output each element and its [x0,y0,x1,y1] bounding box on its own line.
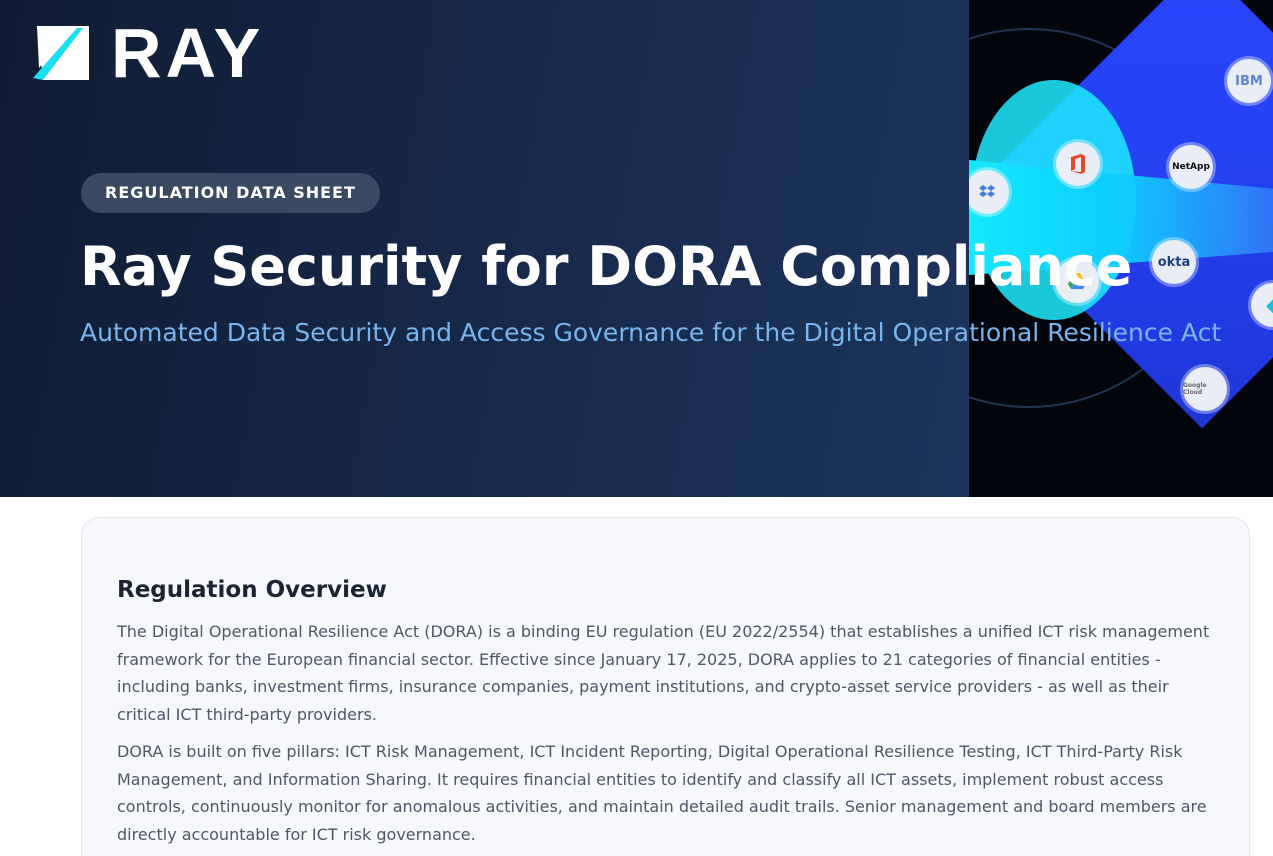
okta-icon: okta [1152,240,1196,284]
doc-type-badge: REGULATION DATA SHEET [81,173,380,213]
section-title: Regulation Overview [117,577,387,603]
ray-logo-mark-icon [33,26,89,80]
page-title: Ray Security for DORA Compliance [80,235,1133,298]
netapp-icon: NetApp [1169,145,1213,189]
regulation-overview-card: Regulation Overview The Digital Operatio… [81,517,1250,856]
page-subtitle: Automated Data Security and Access Gover… [80,318,1222,347]
ibm-icon: IBM [1227,59,1271,103]
overview-paragraph: DORA is built on five pillars: ICT Risk … [117,742,1207,844]
brand-name: RAY [111,14,265,92]
google-cloud-icon: Google Cloud [1183,367,1227,411]
ray-logo: RAY [33,14,265,92]
office-icon [1056,142,1100,186]
hero-banner: IBM NetApp okta Google Cloud ◆ RAY REGUL… [0,0,1273,497]
overview-paragraph: The Digital Operational Resilience Act (… [117,622,1210,724]
